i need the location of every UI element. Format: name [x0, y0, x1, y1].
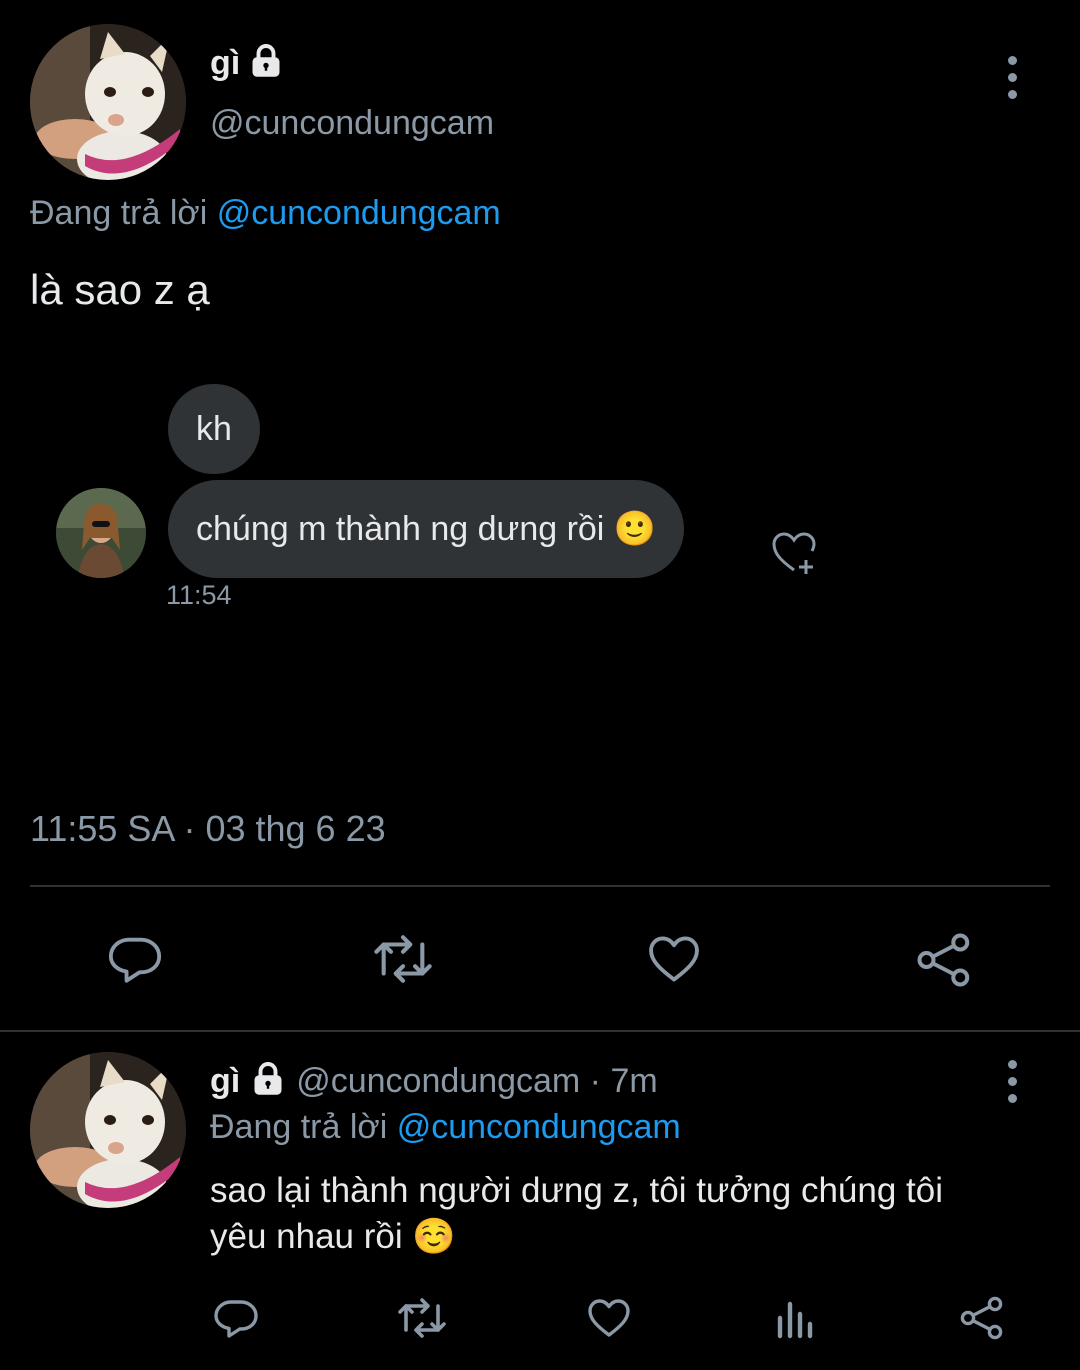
divider [30, 885, 1050, 887]
like-icon[interactable] [644, 930, 704, 988]
reply-text: sao lại thành người dưng z, tôi tưởng ch… [210, 1168, 943, 1260]
replying-to-line: Đang trả lời @cuncondungcam [30, 194, 501, 233]
reply-text-line: sao lại thành người dưng z, tôi tưởng ch… [210, 1171, 944, 1210]
dm-timestamp: 11:54 [166, 580, 232, 610]
reply-author-avatar[interactable] [30, 1052, 186, 1208]
more-vertical-icon[interactable] [1008, 1060, 1017, 1103]
reply-display-name[interactable]: gì [210, 1062, 240, 1101]
tweet-media-image[interactable]: kh chúng m thành ng dưng rồi 🙂 11:54 [30, 360, 1050, 780]
dm-message-bubble: kh [168, 384, 260, 474]
dog-avatar-image [30, 24, 186, 180]
replying-to-link[interactable]: @cuncondungcam [397, 1108, 681, 1146]
dog-avatar-image [30, 1052, 186, 1208]
retweet-icon[interactable] [370, 930, 436, 988]
reply-text-line: yêu nhau rồi ☺️ [210, 1217, 456, 1256]
add-reaction-icon[interactable] [770, 530, 820, 576]
author-name-row: gì [210, 40, 284, 86]
reply-icon[interactable] [106, 930, 164, 988]
replying-prefix: Đang trả lời [30, 194, 208, 232]
retweet-icon[interactable] [394, 1294, 450, 1342]
replying-to-link[interactable]: @cuncondungcam [217, 194, 501, 232]
lock-icon [248, 43, 284, 84]
divider [0, 1030, 1080, 1032]
tweet-timestamp[interactable]: 11:55 SA · 03 thg 6 23 [30, 808, 386, 850]
more-vertical-icon[interactable] [1008, 56, 1017, 99]
reply-replying-to-line: Đang trả lời @cuncondungcam [210, 1108, 681, 1147]
views-icon[interactable] [774, 1294, 818, 1342]
dm-message-bubble: chúng m thành ng dưng rồi 🙂 [168, 480, 685, 578]
tweet-text: là sao z ạ [30, 266, 210, 313]
author-avatar[interactable] [30, 24, 186, 180]
reply-icon[interactable] [212, 1294, 260, 1342]
like-icon[interactable] [584, 1294, 634, 1342]
reply-header-row: gì @cuncondungcam · 7m [210, 1058, 658, 1104]
share-icon[interactable] [958, 1294, 1006, 1342]
replying-prefix: Đang trả lời [210, 1108, 388, 1146]
author-handle[interactable]: @cuncondungcam [210, 104, 494, 143]
author-display-name[interactable]: gì [210, 44, 240, 83]
dm-sender-avatar [56, 488, 146, 578]
share-icon[interactable] [914, 930, 974, 990]
reply-handle-time[interactable]: @cuncondungcam · 7m [296, 1062, 657, 1101]
lock-icon [250, 1061, 286, 1102]
